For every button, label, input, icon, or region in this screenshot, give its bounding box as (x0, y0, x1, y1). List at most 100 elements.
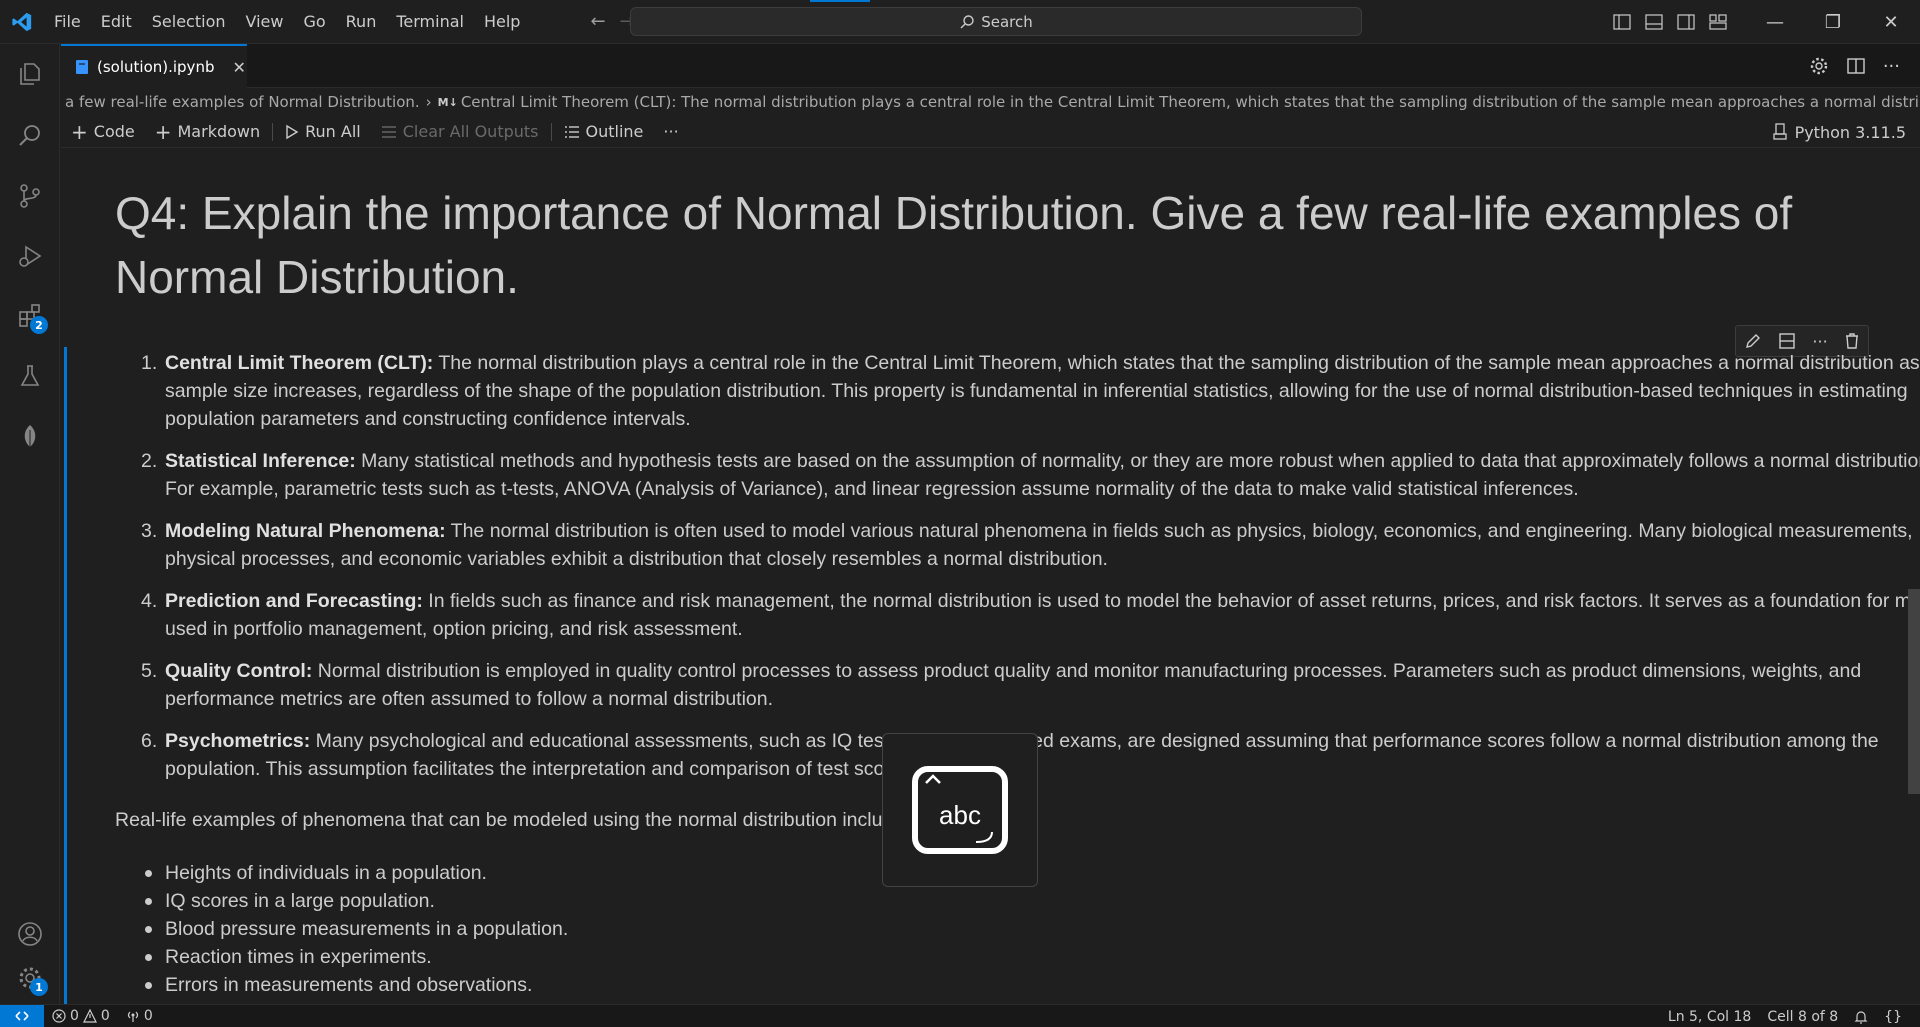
list-item: 2. Statistical Inference: Many statistic… (141, 447, 1920, 503)
close-tab-icon[interactable]: ✕ (232, 58, 245, 77)
toggle-secondary-sidebar-icon[interactable] (1670, 0, 1702, 44)
ports-indicator[interactable]: 0 (118, 1008, 161, 1024)
minimize-icon[interactable]: — (1746, 0, 1804, 44)
cursor-position[interactable]: Ln 5, Col 18 (1660, 1009, 1759, 1025)
kernel-picker[interactable]: Python 3.11.5 (1772, 116, 1906, 148)
menu-view[interactable]: View (236, 0, 294, 44)
split-cell-icon[interactable] (1778, 332, 1796, 350)
sync-braces-icon[interactable]: {} (1876, 1009, 1910, 1025)
menu-go[interactable]: Go (293, 0, 335, 44)
manage-gear-icon[interactable]: 1 (0, 950, 60, 1006)
cell-indicator[interactable]: Cell 8 of 8 (1759, 1009, 1846, 1025)
menu-help[interactable]: Help (474, 0, 530, 44)
menu-terminal[interactable]: Terminal (386, 0, 474, 44)
list-item-text: Normal distribution is employed in quali… (165, 660, 1862, 710)
toggle-primary-sidebar-icon[interactable] (1606, 0, 1638, 44)
markdown-icon: M↓ (437, 95, 458, 109)
tab-title: (solution).ipynb (97, 58, 215, 76)
testing-icon[interactable] (0, 348, 60, 404)
editor-scrollbar[interactable] (1908, 589, 1920, 794)
error-icon (52, 1009, 66, 1023)
editor-tab-bar: (solution).ipynb ✕ ··· (61, 44, 1920, 88)
edit-pencil-icon[interactable] (1744, 332, 1762, 350)
add-markdown-cell-button[interactable]: + Markdown (145, 116, 270, 148)
menu-run[interactable]: Run (336, 0, 387, 44)
list-icon (564, 125, 579, 138)
list-item: 3. Modeling Natural Phenomena: The norma… (141, 517, 1920, 573)
toggle-panel-icon[interactable] (1638, 0, 1670, 44)
list-number: 1. (141, 352, 158, 374)
close-window-icon[interactable]: ✕ (1862, 0, 1920, 44)
list-item-title: Psychometrics: (165, 730, 311, 752)
tab-solution-notebook[interactable]: (solution).ipynb ✕ (61, 44, 247, 88)
extensions-icon[interactable]: 2 (0, 288, 60, 344)
menu-bar: File Edit Selection View Go Run Terminal… (44, 0, 530, 44)
run-all-button[interactable]: Run All (275, 116, 371, 148)
command-center-search[interactable]: Search (630, 7, 1362, 36)
remote-indicator-icon[interactable] (0, 1004, 44, 1027)
play-icon (286, 124, 299, 139)
list-item: Reaction times in experiments. (144, 943, 568, 971)
back-arrow-icon[interactable]: ← (590, 11, 605, 32)
vscode-logo-icon (0, 0, 44, 44)
list-number: 6. (141, 730, 158, 752)
title-bar: File Edit Selection View Go Run Terminal… (0, 0, 1920, 44)
history-nav: ← → (590, 11, 634, 32)
menu-selection[interactable]: Selection (142, 0, 236, 44)
list-item: 5. Quality Control: Normal distribution … (141, 657, 1920, 713)
status-right: Ln 5, Col 18 Cell 8 of 8 {} (1660, 1005, 1910, 1027)
split-editor-icon[interactable] (1847, 58, 1865, 74)
run-debug-icon[interactable] (0, 228, 60, 284)
customize-layout-icon[interactable] (1702, 0, 1734, 44)
toolbar-divider (550, 122, 552, 141)
menu-file[interactable]: File (44, 0, 91, 44)
run-all-label: Run All (305, 122, 361, 141)
outline-button[interactable]: Outline (554, 116, 654, 148)
search-label: Search (981, 12, 1033, 31)
heading-line-1: Q4: Explain the importance of Normal Dis… (115, 187, 1793, 239)
heading-line-2: Normal Distribution. (115, 251, 519, 303)
explorer-icon[interactable] (0, 46, 60, 102)
search-icon (960, 14, 974, 28)
search-view-icon[interactable] (0, 108, 60, 164)
problems-indicator[interactable]: 0 0 (44, 1008, 118, 1024)
status-bar: 0 0 0 Ln 5, Col 18 Cell 8 of 8 {} (0, 1004, 1920, 1027)
kernel-label: Python 3.11.5 (1794, 122, 1906, 142)
ime-keyboard-icon: abc (912, 766, 1008, 854)
notebook-settings-gear-icon[interactable] (1809, 56, 1829, 76)
extensions-badge: 2 (30, 316, 48, 334)
delete-trash-icon[interactable] (1844, 332, 1860, 350)
add-markdown-label: Markdown (177, 122, 261, 141)
plus-icon: + (71, 119, 88, 144)
list-item-title: Statistical Inference: (165, 450, 356, 472)
broadcast-icon (127, 1011, 138, 1022)
breadcrumb: a few real-life examples of Normal Distr… (61, 89, 1920, 115)
list-item-title: Quality Control: (165, 660, 313, 682)
list-number: 4. (141, 590, 158, 612)
leaf-extension-icon[interactable] (0, 408, 60, 464)
breadcrumb-item-cell[interactable]: Central Limit Theorem (CLT): The normal … (461, 93, 1920, 111)
accent-strip (810, 0, 870, 2)
cell-more-icon[interactable]: ··· (1812, 332, 1827, 351)
more-actions-icon[interactable]: ··· (1883, 56, 1900, 77)
list-number: 2. (141, 450, 158, 472)
kernel-icon (1772, 123, 1787, 140)
breadcrumb-item-heading[interactable]: a few real-life examples of Normal Distr… (65, 93, 420, 111)
ports-count: 0 (143, 1008, 153, 1024)
list-item-title: Prediction and Forecasting: (165, 590, 423, 612)
examples-list: Heights of individuals in a population. … (144, 859, 568, 999)
toolbar-more-button[interactable]: ··· (653, 116, 688, 148)
list-item: 6. Psychometrics: Many psychological and… (141, 727, 1920, 783)
restore-icon[interactable]: ❐ (1804, 0, 1862, 44)
ime-indicator: abc (882, 733, 1038, 887)
source-control-icon[interactable] (0, 168, 60, 224)
list-number: 5. (141, 660, 158, 682)
menu-edit[interactable]: Edit (91, 0, 142, 44)
notifications-bell-icon[interactable] (1846, 1010, 1876, 1024)
add-code-cell-button[interactable]: + Code (61, 116, 145, 148)
markdown-heading: Q4: Explain the importance of Normal Dis… (115, 181, 1905, 309)
warning-count: 0 (100, 1008, 110, 1024)
clear-all-outputs-button[interactable]: Clear All Outputs (371, 116, 549, 148)
list-item: Heights of individuals in a population. (144, 859, 568, 887)
chevron-right-icon: › (425, 93, 432, 111)
